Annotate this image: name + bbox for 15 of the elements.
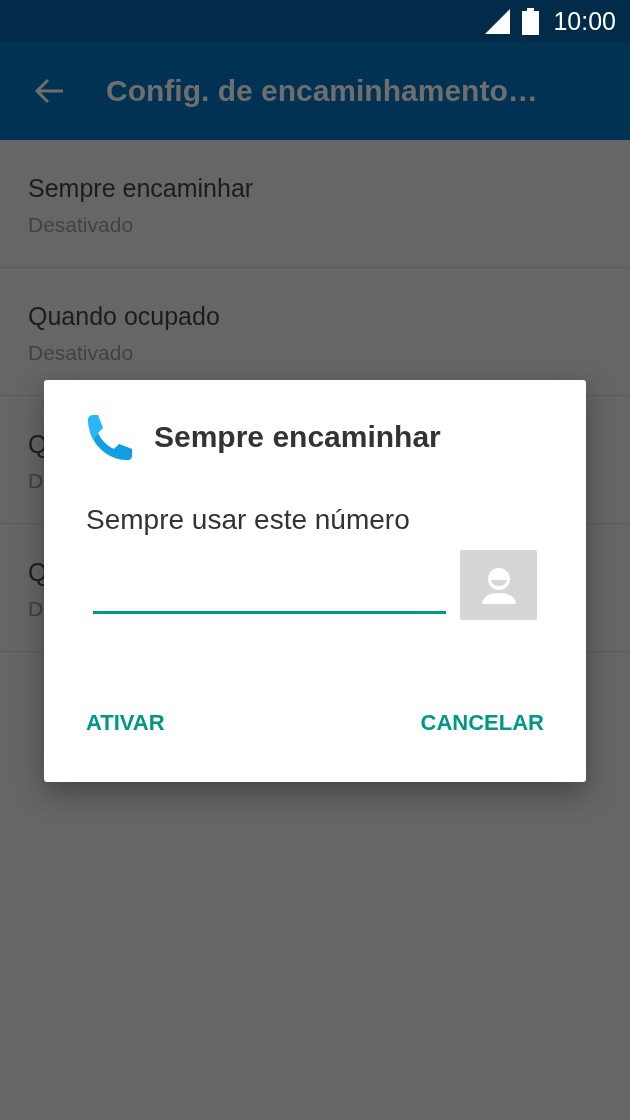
- contact-picker-button[interactable]: [460, 550, 537, 620]
- person-icon: [479, 566, 518, 604]
- app-bar-title: Config. de encaminhamento…: [106, 74, 538, 108]
- signal-icon: [485, 8, 511, 34]
- battery-icon: [522, 7, 540, 35]
- back-arrow-icon: [34, 78, 64, 104]
- back-button[interactable]: [34, 78, 64, 104]
- dialog-title: Sempre encaminhar: [154, 420, 441, 454]
- activate-button[interactable]: ATIVAR: [86, 704, 165, 742]
- item-title: Quando ocupado: [28, 302, 221, 331]
- cancel-button[interactable]: CANCELAR: [420, 704, 544, 742]
- dialog-message: Sempre usar este número: [86, 504, 411, 536]
- item-title: Sempre encaminhar: [28, 174, 255, 203]
- phone-icon: [86, 414, 134, 460]
- clock: 10:00: [553, 6, 616, 36]
